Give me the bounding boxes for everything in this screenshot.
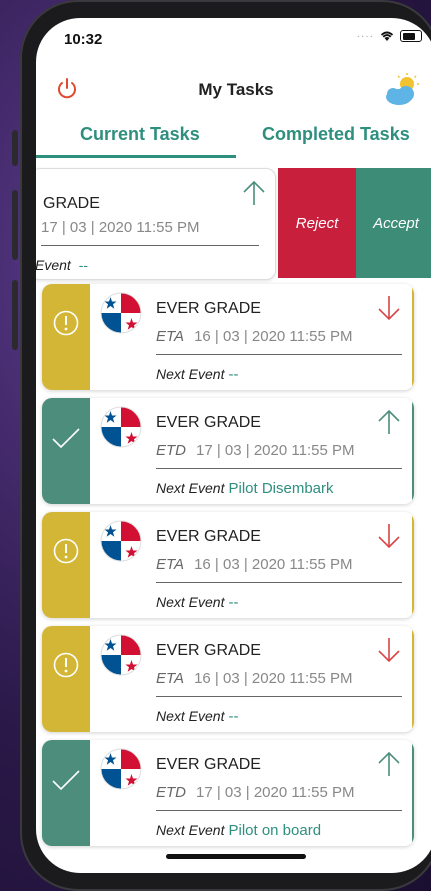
task-type: ETD (156, 784, 186, 801)
check-icon (52, 428, 80, 449)
next-event-value: -- (228, 366, 239, 383)
arrow-up-icon (378, 751, 400, 776)
task-date: 16 | 03 | 2020 11:55 PM (194, 328, 353, 345)
warning-icon (53, 538, 79, 564)
next-event-label: Next Event (156, 594, 225, 610)
next-event-value: Pilot Disembark (228, 480, 334, 497)
home-indicator[interactable] (166, 854, 306, 859)
phone-volume-up (12, 190, 18, 260)
warning-icon (53, 652, 79, 678)
panama-flag-icon (100, 748, 142, 790)
battery-icon (400, 30, 422, 42)
page-title: My Tasks (198, 80, 274, 99)
divider (156, 354, 402, 355)
status-time: 10:32 (64, 31, 103, 48)
warning-icon (53, 310, 79, 336)
weather-icon[interactable] (382, 72, 422, 108)
next-event-label: Next Event (156, 366, 225, 382)
active-tab-indicator (36, 155, 236, 158)
next-event-value: Pilot on board (228, 822, 322, 839)
ship-name: EVER GRADE (156, 756, 261, 773)
arrow-up-icon (378, 409, 400, 434)
task-card-body: EVER GRADE ETA 16 | 03 | 2020 11:55 PM Next… (90, 626, 414, 732)
task-card-body: EVER GRADE ETA 16 | 03 | 2020 11:55 PM Next… (90, 284, 414, 390)
task-card-body: EVER GRADE ETD 17 | 03 | 2020 11:55 PM Next… (90, 740, 414, 846)
panama-flag-icon (100, 406, 142, 448)
ship-name: EVER GRADE (156, 528, 261, 545)
wifi-icon (380, 31, 394, 41)
panama-flag-icon (100, 520, 142, 562)
divider (156, 582, 402, 583)
ship-name: EVER GRADE (156, 300, 261, 317)
task-card[interactable]: EVER GRADE ETD 17 | 03 | 2020 11:55 PM Next… (42, 740, 414, 846)
app-screen: 10:32 ···· My Tasks Current Tasks Comple… (36, 18, 431, 873)
task-date: 17 | 03 | 2020 11:55 PM (196, 442, 355, 459)
next-event-label: Next Event (156, 822, 225, 838)
arrow-down-icon (378, 524, 400, 549)
task-card[interactable]: EVER GRADE ETA 16 | 03 | 2020 11:55 PM Next… (42, 512, 414, 618)
panama-flag-icon (100, 292, 142, 334)
task-status-strip (42, 740, 90, 846)
ship-name: EVER GRADE (156, 642, 261, 659)
task-card[interactable]: EVER GRADE ETD 17 | 03 | 2020 11:55 PM Next… (42, 398, 414, 504)
phone-side-button (12, 130, 18, 166)
task-card[interactable]: EVER GRADE ETA 16 | 03 | 2020 11:55 PM Next… (42, 626, 414, 732)
task-type: ETA (156, 556, 185, 573)
divider (156, 696, 402, 697)
tab-completed-tasks[interactable]: Completed Tasks (262, 124, 410, 145)
arrow-up-icon (243, 180, 265, 205)
check-icon (52, 770, 80, 791)
swiped-task-row[interactable]: GRADE 17 | 03 | 2020 11:55 PM Event -- R… (36, 168, 431, 280)
status-icons: ···· (357, 30, 422, 42)
task-date: 17 | 03 | 2020 11:55 PM (196, 784, 355, 801)
task-card[interactable]: EVER GRADE ETA 16 | 03 | 2020 11:55 PM Next… (42, 284, 414, 390)
task-date: 16 | 03 | 2020 11:55 PM (194, 670, 353, 687)
task-card-body: EVER GRADE ETA 16 | 03 | 2020 11:55 PM Next… (90, 512, 414, 618)
task-status-strip (42, 512, 90, 618)
task-date: 16 | 03 | 2020 11:55 PM (194, 556, 353, 573)
status-bar: 10:32 ···· (36, 18, 431, 66)
arrow-down-icon (378, 638, 400, 663)
panama-flag-icon (100, 634, 142, 676)
task-date: 17 | 03 | 2020 11:55 PM (41, 219, 200, 236)
ship-name: GRADE (43, 195, 100, 212)
next-event-value: -- (78, 257, 89, 273)
next-event-value: -- (228, 594, 239, 611)
task-card-body: EVER GRADE ETD 17 | 03 | 2020 11:55 PM Next… (90, 398, 414, 504)
task-status-strip (42, 284, 90, 390)
tab-bar: Current Tasks Completed Tasks (36, 118, 431, 160)
tab-current-tasks[interactable]: Current Tasks (80, 124, 200, 145)
task-type: ETA (156, 328, 185, 345)
divider (41, 245, 259, 246)
task-type: ETA (156, 670, 185, 687)
phone-volume-down (12, 280, 18, 350)
next-event-label: Event (36, 257, 71, 273)
signal-icon: ···· (356, 30, 374, 42)
task-status-strip (42, 398, 90, 504)
task-status-strip (42, 626, 90, 732)
ship-name: EVER GRADE (156, 414, 261, 431)
divider (156, 468, 402, 469)
nav-bar: My Tasks (36, 72, 431, 112)
divider (156, 810, 402, 811)
arrow-down-icon (378, 296, 400, 321)
swiped-task-card[interactable]: GRADE 17 | 03 | 2020 11:55 PM Event -- (36, 168, 276, 280)
next-event-label: Next Event (156, 480, 225, 496)
next-event-value: -- (228, 708, 239, 725)
reject-button[interactable]: Reject (278, 168, 356, 278)
accept-button[interactable]: Accept (356, 168, 431, 278)
task-type: ETD (156, 442, 186, 459)
next-event-label: Next Event (156, 708, 225, 724)
